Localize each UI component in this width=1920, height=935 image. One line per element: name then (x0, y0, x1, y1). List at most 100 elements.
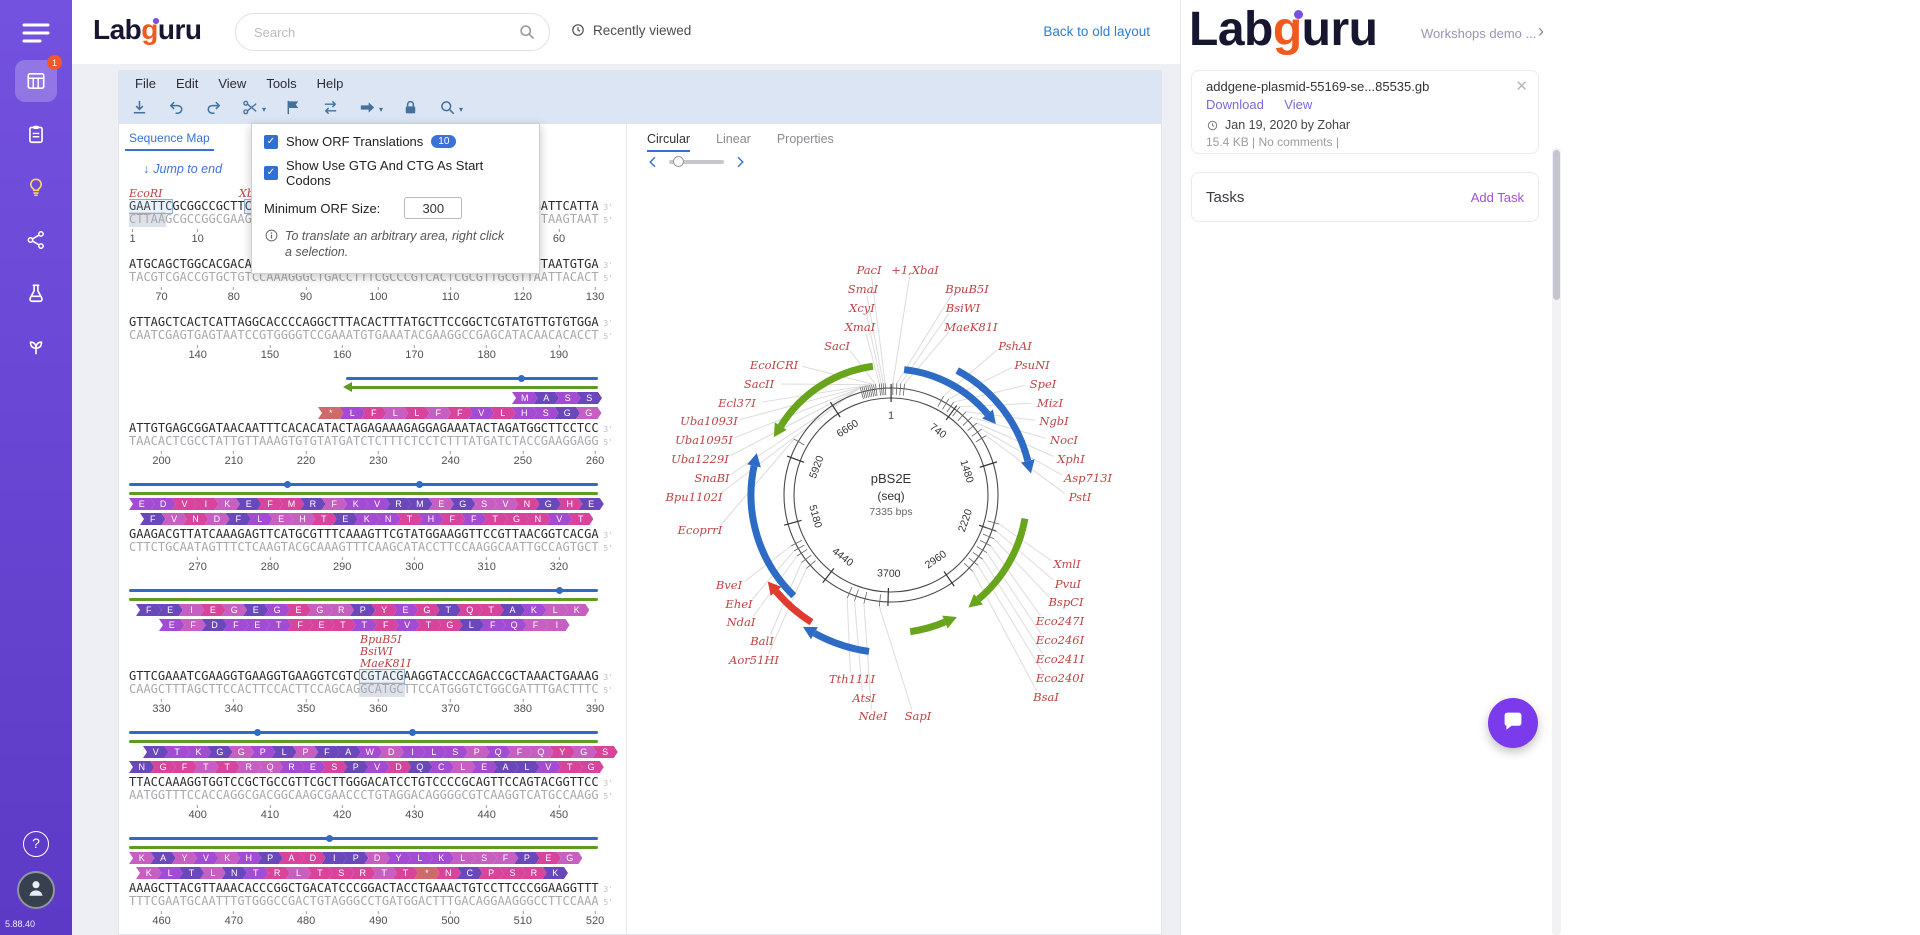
feature-line[interactable] (129, 843, 599, 852)
enzyme-label[interactable]: SpeI (1030, 377, 1057, 391)
workspace-name[interactable]: Workshops demo ... (1421, 26, 1536, 41)
menu-edit[interactable]: Edit (166, 74, 208, 93)
orf-translation-track[interactable]: * L F L L F F V L H S G G (129, 407, 599, 420)
enzyme-label[interactable]: BsiWI (946, 301, 980, 315)
orf-translation-track[interactable]: MASS (129, 392, 599, 405)
enzyme-label[interactable]: NdaI (727, 615, 756, 629)
dna-bottom-strand[interactable]: 3'CAATCGAGTGAGTAATCCGTGGGGTCCGAAATGTGAAA… (129, 329, 613, 342)
search-icon[interactable] (517, 22, 537, 42)
chat-button[interactable] (1488, 698, 1538, 748)
tab-circular[interactable]: Circular (647, 132, 691, 152)
tab-linear[interactable]: Linear (716, 132, 751, 150)
sidebar-item-flask[interactable] (15, 272, 57, 314)
enzyme-label[interactable]: BalI (750, 634, 774, 648)
amino-acid[interactable]: V (143, 746, 168, 758)
sidebar-item-clipboard[interactable] (15, 113, 57, 155)
enzyme-label[interactable]: PstI (1069, 490, 1092, 504)
rotate-right-icon[interactable] (732, 154, 748, 170)
enzyme-label[interactable]: Bpu1102I (665, 490, 722, 504)
tab-sequence-map[interactable]: Sequence Map (125, 129, 214, 151)
enzyme-label[interactable]: SacI (824, 339, 850, 353)
enzyme-label[interactable]: Eco240I (1036, 671, 1084, 685)
sidebar-item-nodes[interactable] (15, 219, 57, 261)
enzyme-label[interactable]: AtsI (852, 691, 875, 705)
enzyme-label[interactable]: NocI (1050, 433, 1078, 447)
labguru-logo[interactable]: Labg uru (93, 14, 202, 46)
enzyme-label[interactable]: SacII (744, 377, 774, 391)
enzyme-label[interactable]: PacI (856, 263, 881, 277)
enzyme-label[interactable]: XcyI (849, 301, 875, 315)
orf-translation-track[interactable]: VTKGGPLPFAWDILSPQFQYGS (129, 746, 599, 759)
amino-acid[interactable]: F (136, 604, 161, 616)
add-task-link[interactable]: Add Task (1471, 190, 1524, 205)
enzyme-label[interactable]: NgbI (1039, 414, 1068, 428)
enzyme-label[interactable]: XphI (1057, 452, 1085, 466)
enzyme-label[interactable]: BsaI (1033, 690, 1059, 704)
scrollbar[interactable] (1552, 148, 1561, 935)
enzyme-label[interactable]: MaeK81I (944, 320, 997, 334)
menu-file[interactable]: File (125, 74, 166, 93)
orf-translation-track[interactable]: K L T L N T R L T S R T T * N C P S R K (129, 867, 599, 880)
feature-line[interactable] (129, 595, 599, 604)
amino-acid[interactable]: K (136, 867, 161, 879)
toolbar-button-download[interactable] (126, 96, 153, 122)
chevron-right-icon[interactable]: › (1538, 21, 1544, 42)
enzyme-label[interactable]: Uba1093I (680, 414, 738, 428)
feature-line[interactable] (129, 728, 599, 737)
enzyme-label[interactable]: Eco247I (1036, 614, 1084, 628)
enzyme-label[interactable]: MizI (1037, 396, 1063, 410)
feature-line[interactable] (129, 834, 599, 843)
zoom-slider[interactable] (669, 156, 724, 167)
toolbar-button-cut[interactable]: ▾ (237, 96, 270, 122)
scrollbar-thumb[interactable] (1553, 150, 1560, 300)
enzyme-label[interactable]: PshAI (998, 339, 1032, 353)
menu-icon[interactable] (20, 20, 52, 46)
menu-view[interactable]: View (208, 74, 256, 93)
dna-bottom-strand[interactable]: 3'AATGGTTTCCACCAGGCGACGGCAAGCGAACCCTGTAG… (129, 789, 613, 802)
enzyme-label[interactable]: EcoICRI (750, 358, 798, 372)
toolbar-button-lock[interactable] (397, 96, 424, 122)
amino-acid[interactable]: F (140, 513, 165, 525)
enzyme-label[interactable]: Asp713I (1064, 471, 1112, 485)
enzyme-label[interactable]: SapI (905, 709, 932, 723)
enzyme-label[interactable]: Aor51HI (729, 653, 779, 667)
checkbox-show-orf-translations[interactable]: ✓ (264, 134, 278, 149)
dna-bottom-strand[interactable]: 3'TTTCGAATGCAATTTGTGGGCCGACTGTAGGGCCTGAT… (129, 895, 613, 908)
menu-tools[interactable]: Tools (256, 74, 306, 93)
dna-bottom-strand[interactable]: 3'TAACACTCGCCTATTGTTAAAGTGTGTATGATCTCTTT… (129, 435, 613, 448)
enzyme-label[interactable]: Uba1229I (671, 452, 729, 466)
enzyme-label[interactable]: PvuI (1055, 577, 1081, 591)
dna-bottom-strand[interactable]: 3'CAAGCTTTAGCTTCCACTTCCACTTCCAGCAGGCATGC… (129, 682, 613, 697)
orf-translation-track[interactable]: FVNDFLEHTEKNTHFFTGNVT (129, 513, 599, 526)
back-to-old-layout-link[interactable]: Back to old layout (1043, 24, 1150, 39)
enzyme-label[interactable]: BpuB5I (945, 282, 989, 296)
enzyme-label[interactable]: BspCI (1048, 595, 1083, 609)
orf-translation-track[interactable]: FEIEGEGEGRPYEGTQTAKLK (129, 604, 599, 617)
search-input[interactable] (254, 15, 514, 49)
enzyme-label[interactable]: EcoprrI (678, 523, 723, 537)
enzyme-label[interactable]: +1,XbaI (891, 263, 939, 277)
toolbar-button-swap-strands[interactable] (317, 96, 344, 122)
enzyme-label[interactable]: SnaBI (694, 471, 729, 485)
avatar[interactable] (17, 871, 55, 909)
enzyme-label[interactable]: NdeI (859, 709, 888, 723)
amino-acid[interactable]: K (129, 852, 154, 864)
toolbar-button-redo[interactable] (200, 96, 227, 122)
amino-acid[interactable]: * (318, 407, 344, 419)
sidebar-item-plant[interactable] (15, 325, 57, 367)
enzyme-label[interactable]: EheI (725, 597, 752, 611)
view-link[interactable]: View (1284, 97, 1312, 112)
enzyme-label[interactable]: XmlI (1053, 557, 1080, 571)
feature-line[interactable] (129, 737, 599, 746)
enzyme-label[interactable]: XmaI (845, 320, 876, 334)
enzyme-label[interactable]: SmaI (848, 282, 878, 296)
feature-line[interactable] (129, 489, 599, 498)
orf-translation-track[interactable]: EFDFETFETTFVTGLFQFI (129, 619, 599, 632)
amino-acid[interactable]: E (159, 619, 184, 631)
enzyme-label[interactable]: Ecl37I (718, 396, 756, 410)
help-button[interactable]: ? (23, 831, 49, 857)
orf-translation-track[interactable]: KAYVKHPADIPDYLKLSFPEG (129, 852, 599, 865)
toolbar-button-translations[interactable]: ▾ (354, 96, 387, 122)
enzyme-label[interactable]: Tth111I (829, 672, 875, 686)
tab-properties[interactable]: Properties (777, 132, 834, 150)
